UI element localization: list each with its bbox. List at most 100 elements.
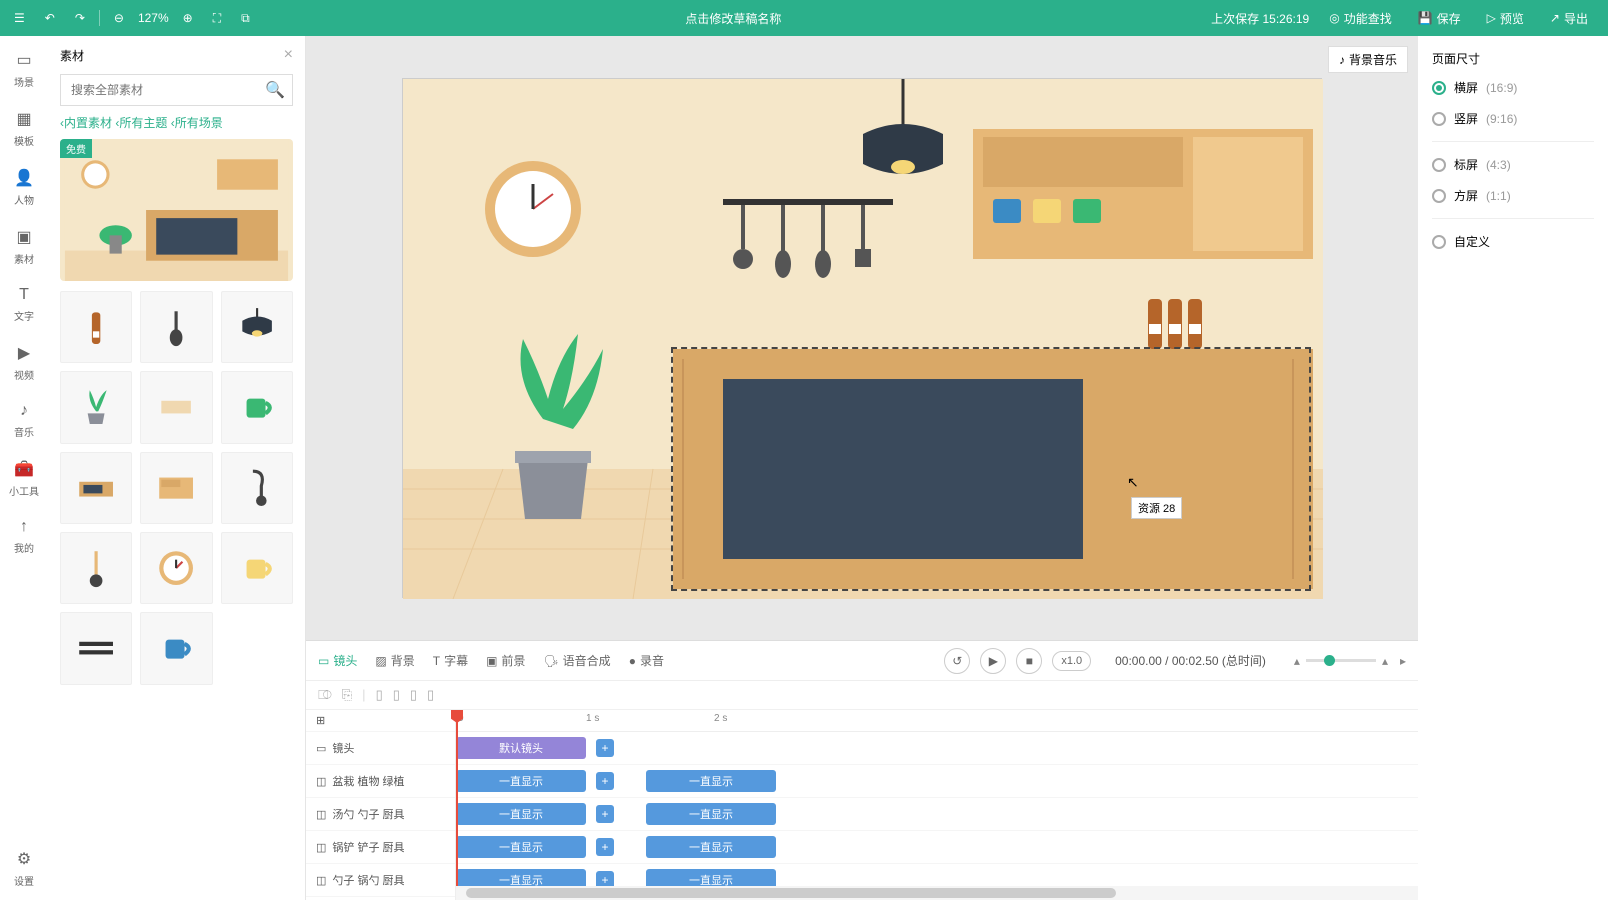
tl-tab-镜头[interactable]: ▭ 镜头	[318, 652, 357, 669]
ratio-自定义[interactable]: 自定义	[1432, 233, 1594, 250]
asset-ladle[interactable]	[221, 452, 293, 524]
timeline-clip[interactable]: 一直显示	[456, 770, 586, 792]
track-label[interactable]: ◫ 汤勺 勺子 厨具	[306, 798, 455, 831]
tl-tab-字幕[interactable]: T 字幕	[433, 652, 468, 669]
rail-场景[interactable]: ▭场景	[9, 50, 39, 89]
zoom-in-icon[interactable]: ⊕	[177, 7, 199, 29]
canvas[interactable]: 默认镜头	[402, 78, 1322, 598]
track-icon: ◫	[316, 874, 326, 887]
rail-小工具[interactable]: 🧰小工具	[9, 459, 39, 498]
track-lane[interactable]: 一直显示 一直显示 +	[456, 831, 1418, 864]
track-lane[interactable]: 一直显示 一直显示 +	[456, 765, 1418, 798]
timeline-clip[interactable]: 一直显示	[456, 836, 586, 858]
asset-plant[interactable]	[60, 371, 132, 443]
tl-layer-icon[interactable]: ⊞	[306, 710, 455, 732]
tl-menu-icon[interactable]: ▸	[1400, 654, 1406, 668]
tool-3[interactable]: ▯	[376, 687, 383, 703]
timeline-clip[interactable]: 默认镜头	[456, 737, 586, 759]
asset-blue-mug[interactable]	[140, 612, 212, 684]
tool-6[interactable]: ▯	[427, 687, 434, 703]
preview-button[interactable]: ▷ 预览	[1481, 6, 1530, 31]
selection-box[interactable]	[671, 347, 1311, 591]
track-label[interactable]: ◫ 盆栽 植物 绿植	[306, 765, 455, 798]
rail-视频[interactable]: ▶视频	[9, 343, 39, 382]
close-icon[interactable]: ×	[284, 46, 293, 64]
search-icon[interactable]: 🔍	[265, 80, 285, 100]
track-label[interactable]: ◫ 锅铲 铲子 厨具	[306, 831, 455, 864]
tl-scrollbar[interactable]	[456, 886, 1418, 900]
radio-icon	[1432, 235, 1446, 249]
ratio-横屏[interactable]: 横屏(16:9)	[1432, 79, 1594, 96]
rail-模板[interactable]: ▦模板	[9, 109, 39, 148]
timeline-clip[interactable]: 一直显示	[646, 803, 776, 825]
asset-cabinet[interactable]	[140, 452, 212, 524]
asset-rack[interactable]	[60, 612, 132, 684]
track-label[interactable]: ▭ 镜头	[306, 732, 455, 765]
asset-counter-low[interactable]	[60, 452, 132, 524]
asset-bottle[interactable]	[60, 291, 132, 363]
play-icon[interactable]: ▶	[980, 648, 1006, 674]
track-label[interactable]: ◫ 勺子 锅勺 厨具	[306, 864, 455, 897]
redo-icon[interactable]: ↷	[69, 7, 91, 29]
tl-zoom-slider[interactable]	[1306, 659, 1376, 662]
rail-我的[interactable]: ↑我的	[9, 518, 39, 555]
tool-2[interactable]: ⎘	[342, 687, 352, 703]
track-lane[interactable]: 一直显示 一直显示 +	[456, 798, 1418, 831]
asset-pendant-lamp[interactable]	[221, 291, 293, 363]
ratio-竖屏[interactable]: 竖屏(9:16)	[1432, 110, 1594, 127]
save-button[interactable]: 💾 保存	[1412, 6, 1467, 31]
rail-icon: 👤	[14, 168, 34, 188]
tool-4[interactable]: ▯	[393, 687, 400, 703]
playhead[interactable]	[456, 710, 458, 900]
undo-icon[interactable]: ↶	[39, 7, 61, 29]
asset-board[interactable]	[140, 371, 212, 443]
ratio-方屏[interactable]: 方屏(1:1)	[1432, 187, 1594, 204]
tl-tab-背景[interactable]: ▨ 背景	[375, 652, 414, 669]
tl-tab-前景[interactable]: ▣ 前景	[486, 652, 525, 669]
crumb-scene[interactable]: ‹所有场景	[171, 116, 223, 130]
document-title[interactable]: 点击修改草稿名称	[256, 10, 1211, 27]
speed-button[interactable]: x1.0	[1052, 651, 1091, 671]
rail-音乐[interactable]: ♪音乐	[9, 402, 39, 439]
crumb-builtin[interactable]: ‹内置素材	[60, 116, 112, 130]
timeline-clip[interactable]: 一直显示	[646, 836, 776, 858]
ratio-value: (4:3)	[1486, 158, 1511, 172]
tool-1[interactable]: ⎄	[318, 687, 332, 703]
tl-tab-录音[interactable]: ● 录音	[629, 652, 664, 669]
search-input[interactable]	[60, 74, 293, 106]
add-clip-button[interactable]: +	[596, 772, 614, 790]
tool-5[interactable]: ▯	[410, 687, 417, 703]
add-clip-button[interactable]: +	[596, 739, 614, 757]
asset-spatula[interactable]	[140, 291, 212, 363]
rail-文字[interactable]: T文字	[9, 286, 39, 323]
rail-人物[interactable]: 👤人物	[9, 168, 39, 207]
tl-ruler[interactable]: 0 1 s 2 s	[456, 710, 1418, 732]
timeline-clip[interactable]: 一直显示	[456, 803, 586, 825]
asset-spoon[interactable]	[60, 532, 132, 604]
tl-tab-语音合成[interactable]: 🗣 语音合成	[543, 652, 610, 669]
ratio-标屏[interactable]: 标屏(4:3)	[1432, 156, 1594, 173]
zoom-in-tl-icon[interactable]: ▴	[1382, 654, 1388, 668]
rewind-icon[interactable]: ↺	[944, 648, 970, 674]
add-clip-button[interactable]: +	[596, 805, 614, 823]
rail-label: 素材	[14, 251, 34, 266]
export-button[interactable]: ↗ 导出	[1544, 6, 1594, 31]
asset-preview-kitchen[interactable]: 免费	[60, 139, 293, 281]
search-functions-button[interactable]: ◎ 功能查找	[1323, 6, 1398, 31]
stop-icon[interactable]: ■	[1016, 648, 1042, 674]
rail-素材[interactable]: ▣素材	[9, 227, 39, 266]
bgm-button[interactable]: ♪ 背景音乐	[1328, 46, 1408, 73]
add-clip-button[interactable]: +	[596, 838, 614, 856]
menu-icon[interactable]: ☰	[8, 7, 31, 29]
timeline-clip[interactable]: 一直显示	[646, 770, 776, 792]
zoom-out-icon[interactable]: ⊖	[108, 7, 130, 29]
asset-green-mug[interactable]	[221, 371, 293, 443]
zoom-out-tl-icon[interactable]: ▴	[1294, 654, 1300, 668]
rail-settings[interactable]: ⚙ 设置	[14, 849, 34, 888]
actual-size-icon[interactable]: ⧉	[235, 7, 256, 30]
crumb-theme[interactable]: ‹所有主题	[115, 116, 167, 130]
asset-yellow-mug[interactable]	[221, 532, 293, 604]
track-lane[interactable]: 默认镜头 +	[456, 732, 1418, 765]
asset-clock[interactable]	[140, 532, 212, 604]
fit-screen-icon[interactable]: ⛶	[207, 7, 227, 30]
